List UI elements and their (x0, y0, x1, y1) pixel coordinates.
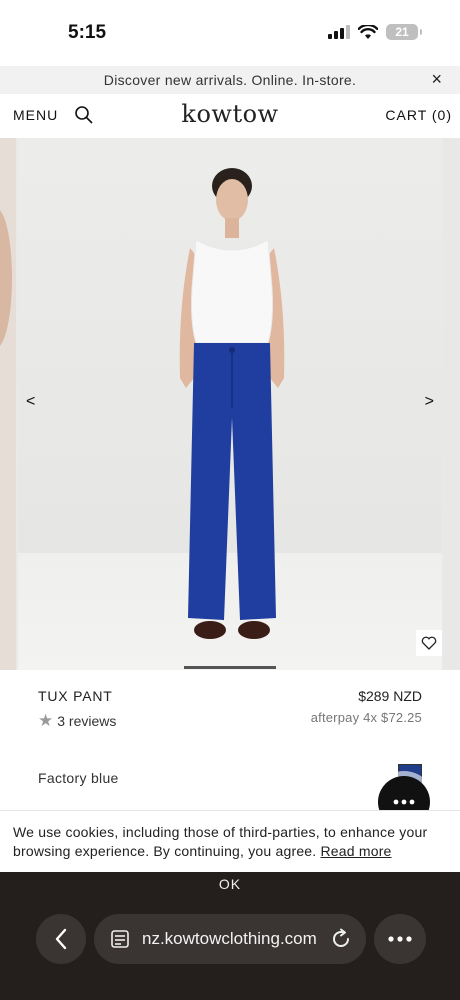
carousel-next-button[interactable]: > (425, 393, 434, 411)
reviews-link[interactable]: ★ 3 reviews (38, 712, 116, 729)
read-more-link[interactable]: Read more (320, 843, 391, 859)
chat-icon (393, 799, 415, 805)
browser-more-button[interactable] (374, 914, 426, 964)
product-image-carousel[interactable]: < > (0, 138, 460, 670)
carousel-progress-indicator (184, 666, 276, 669)
url-text: nz.kowtowclothing.com (142, 929, 317, 948)
more-icon (388, 936, 412, 942)
cookie-message: We use cookies, including those of third… (13, 823, 451, 861)
status-bar: 5:15 21 (0, 0, 460, 66)
product-name: TUX PANT (38, 688, 113, 704)
back-icon (55, 928, 67, 950)
afterpay-info: afterpay 4x $72.25 (310, 710, 422, 725)
carousel-prev-button[interactable]: < (26, 393, 35, 411)
site-header: MENU kowtow CART (0) (0, 94, 460, 138)
cart-button[interactable]: CART (0) (385, 107, 452, 123)
heart-icon (421, 636, 437, 650)
browser-toolbar: OK nz.kowtowclothing.com (0, 872, 460, 1000)
browser-back-button[interactable] (36, 914, 86, 964)
signal-icon (328, 25, 350, 39)
model-figure (179, 168, 285, 639)
battery-indicator: 21 (386, 24, 422, 40)
star-icon: ★ (38, 711, 54, 730)
product-photo (18, 138, 442, 670)
announcement-text: Discover new arrivals. Online. In-store. (103, 72, 357, 88)
status-time: 5:15 (68, 22, 107, 43)
status-icons: 21 (328, 24, 422, 40)
reload-icon[interactable] (330, 928, 352, 950)
announcement-bar: Discover new arrivals. Online. In-store.… (0, 66, 460, 94)
wishlist-button[interactable] (416, 630, 442, 656)
next-image-peek (444, 138, 460, 670)
previous-image-peek (0, 138, 16, 670)
address-bar[interactable]: nz.kowtowclothing.com (94, 914, 366, 964)
cookie-ok-button[interactable]: OK (0, 876, 460, 892)
wifi-icon (358, 24, 378, 39)
product-price: $289 NZD (358, 688, 422, 704)
color-name: Factory blue (38, 770, 119, 786)
reviews-count: 3 reviews (57, 712, 117, 729)
tabs-icon[interactable] (110, 929, 130, 949)
close-icon[interactable]: × (431, 69, 442, 90)
